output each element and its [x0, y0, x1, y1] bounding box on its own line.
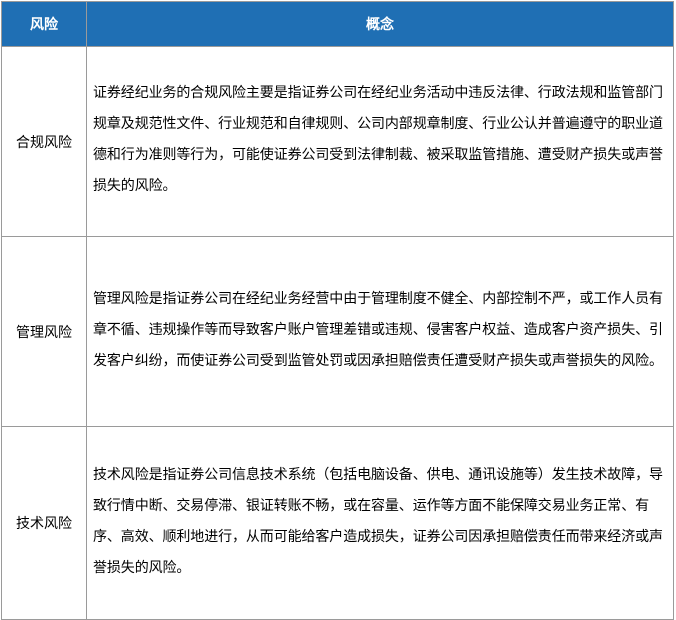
risk-concept-management: 管理风险是指证券公司在经纪业务经营中由于管理制度不健全、内部控制不严，或工作人员… [86, 236, 674, 427]
table-header-row: 风险 概念 [1, 1, 674, 47]
header-risk: 风险 [1, 1, 87, 47]
table-row: 技术风险 技术风险是指证券公司信息技术系统（包括电脑设备、供电、通讯设施等）发生… [1, 426, 674, 620]
table-row: 合规风险 证券经纪业务的合规风险主要是指证券公司在经纪业务活动中违反法律、行政法… [1, 46, 674, 237]
risk-name-management: 管理风险 [1, 236, 87, 427]
header-concept: 概念 [86, 1, 674, 47]
table-row: 管理风险 管理风险是指证券公司在经纪业务经营中由于管理制度不健全、内部控制不严，… [1, 236, 674, 427]
risk-name-technology: 技术风险 [1, 426, 87, 620]
risk-concept-technology: 技术风险是指证券公司信息技术系统（包括电脑设备、供电、通讯设施等）发生技术故障，… [86, 426, 674, 620]
risk-concept-compliance: 证券经纪业务的合规风险主要是指证券公司在经纪业务活动中违反法律、行政法规和监管部… [86, 46, 674, 237]
risk-concept-table: 风险 概念 合规风险 证券经纪业务的合规风险主要是指证券公司在经纪业务活动中违反… [1, 1, 674, 620]
risk-name-compliance: 合规风险 [1, 46, 87, 237]
